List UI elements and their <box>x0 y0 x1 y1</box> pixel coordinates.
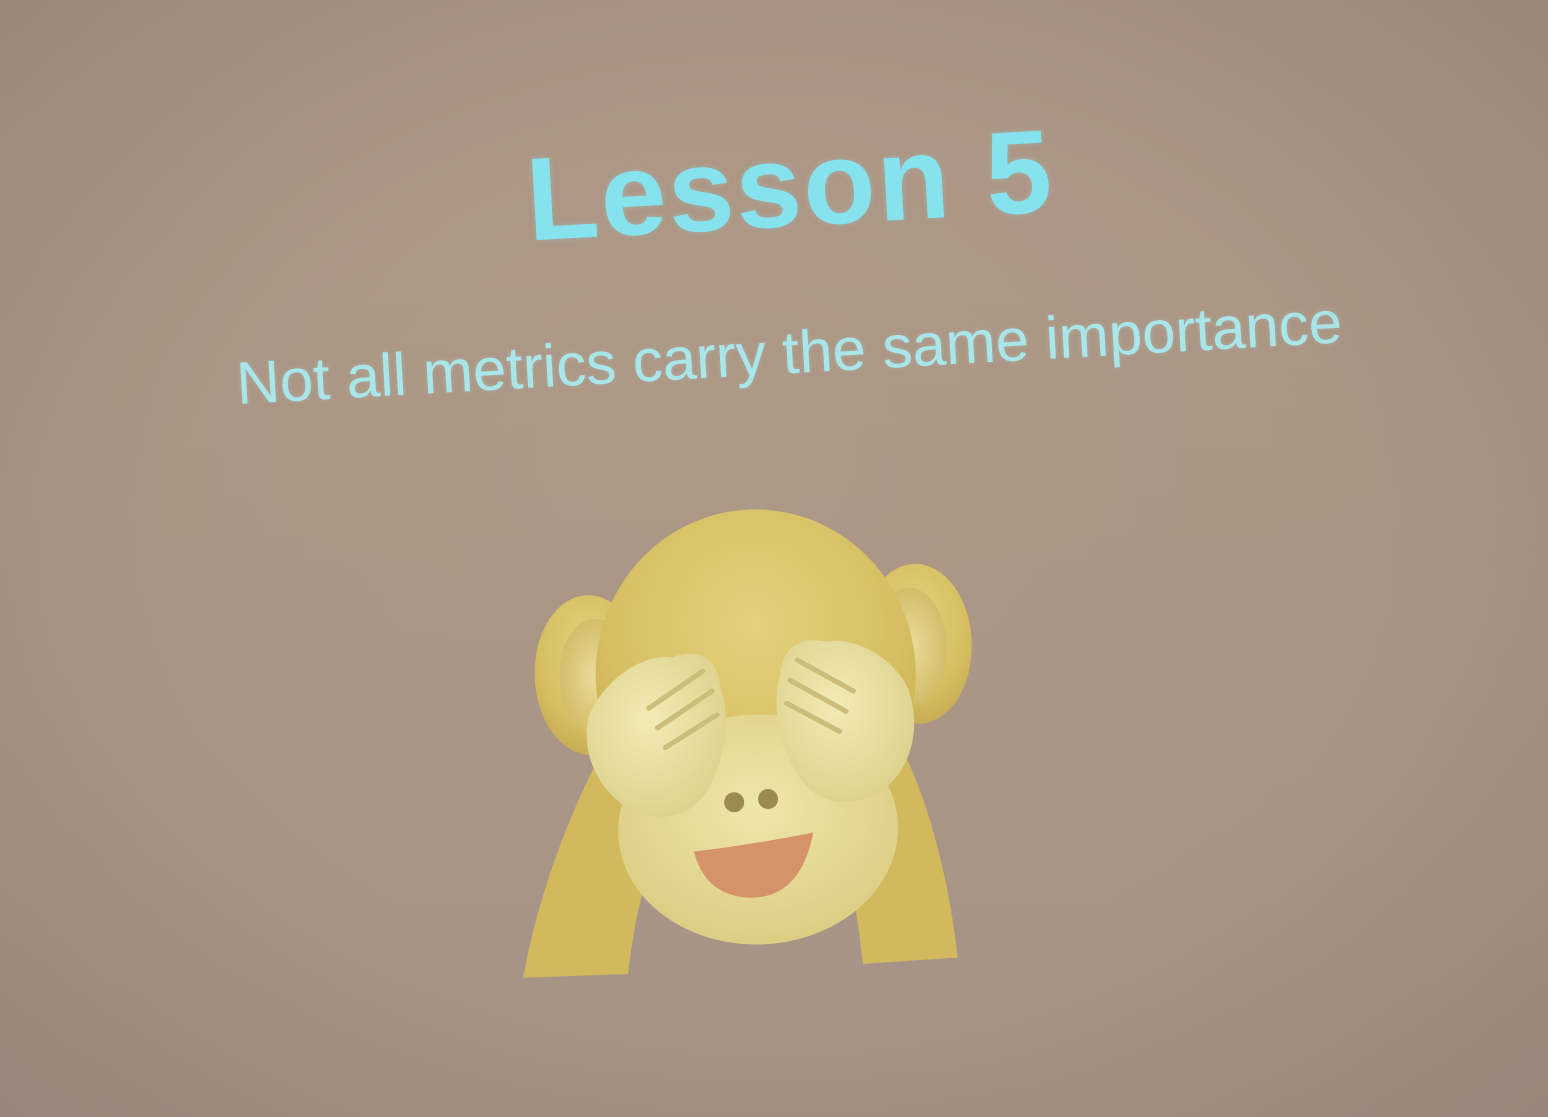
projected-slide: Lesson 5 Not all metrics carry the same … <box>0 0 1548 1117</box>
slide-subtitle: Not all metrics carry the same importanc… <box>234 288 1344 418</box>
see-no-evil-monkey-icon <box>523 509 972 978</box>
slide-title: Lesson 5 <box>522 105 1057 267</box>
